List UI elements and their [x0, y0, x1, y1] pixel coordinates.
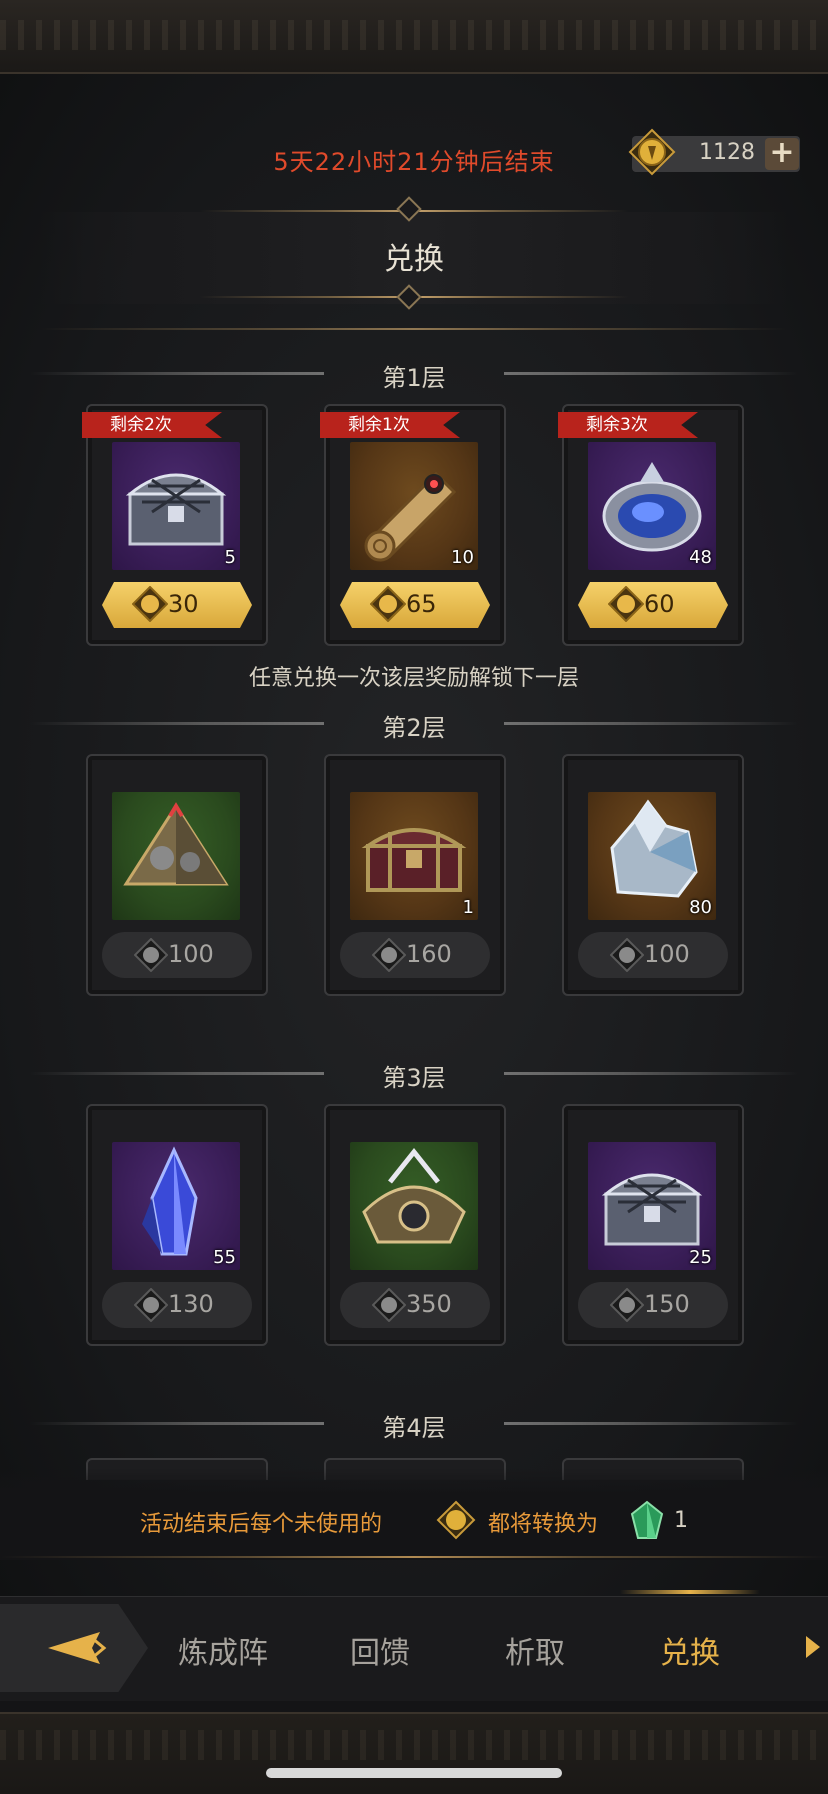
- nav-tab-extract[interactable]: 析取: [505, 1628, 565, 1672]
- gold-medal-icon: [132, 586, 168, 622]
- price-value: 60: [644, 590, 675, 618]
- gold-medal-icon: [608, 586, 644, 622]
- silver-medal-icon: [134, 938, 168, 972]
- price-button[interactable]: 160: [340, 932, 490, 978]
- tier-4-header: 第4层: [382, 1414, 446, 1442]
- item-image: 25: [588, 1142, 716, 1270]
- silver-medal-icon: [134, 1288, 168, 1322]
- conversion-text-after: 都将转换为: [488, 1512, 599, 1537]
- pyramid-icon: [123, 802, 229, 886]
- item-quantity: 55: [213, 1247, 236, 1268]
- silver-chest-icon: [125, 473, 227, 546]
- nav-active-indicator: [620, 1590, 760, 1594]
- ornate-armor-icon: [362, 1147, 466, 1244]
- item-image: 10: [350, 442, 478, 570]
- price-value: 30: [168, 590, 199, 618]
- item-quantity: 1: [462, 897, 474, 918]
- tier-2-item-1[interactable]: 100: [86, 754, 268, 996]
- tier-3-item-2[interactable]: 350: [324, 1104, 506, 1346]
- unlock-hint: 任意兑换一次该层奖励解锁下一层: [248, 666, 579, 691]
- tier-3-header: 第3层: [382, 1064, 446, 1092]
- add-currency-button[interactable]: +: [765, 138, 799, 170]
- price-button[interactable]: 65: [340, 582, 490, 628]
- nav-next-arrow-icon[interactable]: [806, 1636, 820, 1658]
- silver-medal-icon: [610, 938, 644, 972]
- remaining-count-tag: 剩余1次: [320, 412, 460, 438]
- tier-2-header: 第2层: [382, 714, 446, 742]
- gold-medal-icon: [436, 1500, 476, 1540]
- silver-medal-icon: [372, 938, 406, 972]
- price-button[interactable]: 100: [102, 932, 252, 978]
- nav-top-line: [0, 1556, 828, 1558]
- item-quantity: 48: [689, 547, 712, 568]
- top-frame: [0, 0, 828, 74]
- bottom-frame: [0, 1712, 828, 1794]
- green-gem-icon: [630, 1500, 664, 1539]
- item-image: 5: [112, 442, 240, 570]
- currency-amount: 1128: [699, 140, 755, 165]
- banner-divider: [40, 328, 788, 330]
- conversion-note: 活动结束后每个未使用的 都将转换为 1: [0, 1500, 828, 1540]
- price-button[interactable]: 150: [578, 1282, 728, 1328]
- price-value: 130: [168, 1290, 214, 1318]
- back-button[interactable]: [0, 1604, 148, 1692]
- tier-2-item-3[interactable]: 80 100: [562, 754, 744, 996]
- item-image: 80: [588, 792, 716, 920]
- item-quantity: 10: [451, 547, 474, 568]
- item-image: 1: [350, 792, 478, 920]
- tier-1-item-3[interactable]: 剩余3次 48 60: [558, 404, 744, 646]
- item-quantity: 80: [689, 897, 712, 918]
- conversion-text-before: 活动结束后每个未使用的: [140, 1512, 383, 1537]
- remaining-count-tag: 剩余2次: [82, 412, 222, 438]
- treasure-chest-icon: [361, 828, 467, 892]
- price-value: 350: [406, 1290, 452, 1318]
- price-value: 150: [644, 1290, 690, 1318]
- price-button[interactable]: 100: [578, 932, 728, 978]
- price-value: 100: [644, 940, 690, 968]
- price-value: 160: [406, 940, 452, 968]
- nav-tab-alchemy[interactable]: 炼成阵: [178, 1628, 268, 1672]
- item-image: [350, 1142, 478, 1270]
- item-image: [112, 792, 240, 920]
- price-value: 100: [168, 940, 214, 968]
- price-button[interactable]: 30: [102, 582, 252, 628]
- item-quantity: 25: [689, 1247, 712, 1268]
- price-value: 65: [406, 590, 437, 618]
- item-quantity: 5: [224, 547, 236, 568]
- remaining-count-tag: 剩余3次: [558, 412, 698, 438]
- home-indicator[interactable]: [266, 1768, 562, 1778]
- tier-3-item-3[interactable]: 25 150: [562, 1104, 744, 1346]
- tier-1-header: 第1层: [382, 364, 446, 392]
- nav-tab-rewards[interactable]: 回馈: [350, 1628, 410, 1672]
- item-image: 48: [588, 442, 716, 570]
- tier-3-item-1[interactable]: 55 130: [86, 1104, 268, 1346]
- silver-medal-icon: [610, 1288, 644, 1322]
- nav-tab-exchange[interactable]: 兑换: [660, 1628, 720, 1672]
- tier-2-item-2[interactable]: 1 160: [324, 754, 506, 996]
- page-title: 兑换: [384, 242, 444, 277]
- item-image: 55: [112, 1142, 240, 1270]
- price-button[interactable]: 350: [340, 1282, 490, 1328]
- price-button[interactable]: 60: [578, 582, 728, 628]
- tier-1-item-2[interactable]: 剩余1次 10 65: [320, 404, 506, 646]
- tier-1-item-1[interactable]: 剩余2次 5 30: [82, 404, 268, 646]
- silver-medal-icon: [372, 1288, 406, 1322]
- gold-medal-icon: [370, 586, 406, 622]
- gold-medal-currency-icon: [628, 128, 676, 176]
- conversion-quantity: 1: [674, 1508, 688, 1533]
- back-arrow-icon: [48, 1632, 107, 1664]
- price-button[interactable]: 130: [102, 1282, 252, 1328]
